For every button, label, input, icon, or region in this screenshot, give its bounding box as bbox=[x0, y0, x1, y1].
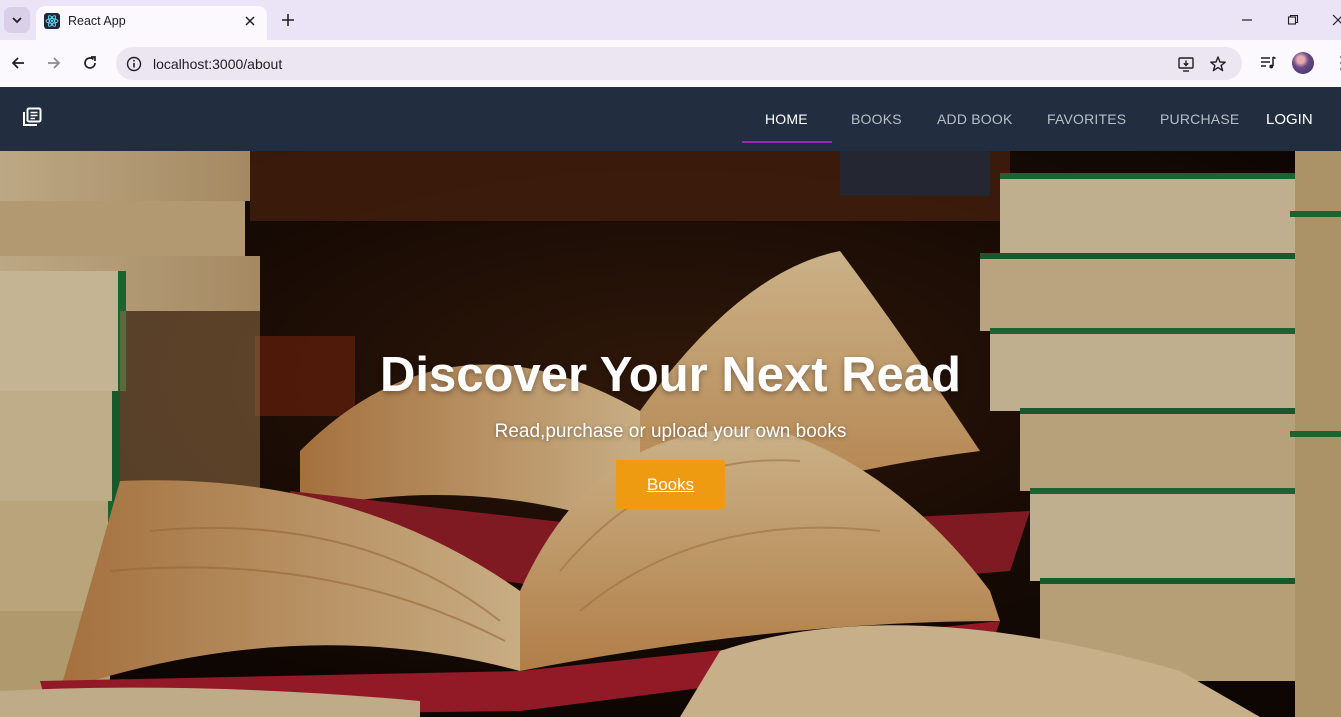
browser-tab-strip: React App bbox=[0, 0, 1341, 40]
nav-home[interactable]: HOME bbox=[765, 111, 808, 127]
reload-icon bbox=[84, 56, 96, 69]
browser-toolbar: localhost:3000/about bbox=[0, 40, 1341, 87]
url-text: localhost:3000/about bbox=[153, 56, 283, 72]
restore-window-button[interactable] bbox=[1281, 8, 1305, 32]
new-tab-button[interactable] bbox=[277, 9, 299, 31]
nav-purchase[interactable]: PURCHASE bbox=[1160, 111, 1239, 127]
close-icon bbox=[1332, 14, 1341, 26]
minimize-icon bbox=[1242, 19, 1252, 21]
more-menu-icon[interactable] bbox=[1330, 51, 1341, 75]
close-tab-icon[interactable] bbox=[241, 12, 259, 30]
hero-title: Discover Your Next Read bbox=[380, 348, 961, 402]
forward-button[interactable] bbox=[41, 50, 67, 76]
nav-add-book[interactable]: ADD BOOK bbox=[937, 111, 1013, 127]
hero-section: Discover Your Next Read Read,purchase or… bbox=[0, 151, 1341, 717]
library-books-icon[interactable] bbox=[20, 105, 44, 129]
install-app-icon[interactable] bbox=[1174, 52, 1198, 76]
bookmark-star-icon[interactable] bbox=[1206, 52, 1230, 76]
tab-search-button[interactable] bbox=[4, 7, 30, 33]
nav-books[interactable]: BOOKS bbox=[851, 111, 902, 127]
minimize-window-button[interactable] bbox=[1235, 8, 1259, 32]
profile-avatar[interactable] bbox=[1292, 52, 1314, 74]
reload-button[interactable] bbox=[77, 50, 103, 76]
app-navbar: HOME BOOKS ADD BOOK FAVORITES PURCHASE L… bbox=[0, 87, 1341, 151]
back-button[interactable] bbox=[5, 50, 31, 76]
address-bar[interactable]: localhost:3000/about bbox=[116, 47, 1242, 80]
nav-favorites[interactable]: FAVORITES bbox=[1047, 111, 1126, 127]
browser-tab[interactable]: React App bbox=[36, 6, 267, 40]
close-window-button[interactable] bbox=[1326, 8, 1341, 32]
tab-title: React App bbox=[68, 14, 126, 28]
restore-icon bbox=[1287, 14, 1299, 25]
active-tab-indicator bbox=[742, 141, 832, 143]
login-button[interactable]: LOGIN bbox=[1266, 111, 1313, 128]
site-info-icon[interactable] bbox=[122, 52, 146, 76]
arrow-right-icon bbox=[48, 57, 61, 69]
hero-subtitle: Read,purchase or upload your own books bbox=[494, 421, 847, 442]
plus-icon bbox=[282, 14, 294, 26]
books-cta-button[interactable]: Books bbox=[616, 460, 725, 509]
media-control-icon[interactable] bbox=[1256, 51, 1280, 75]
chevron-down-icon bbox=[12, 17, 22, 24]
react-favicon-icon bbox=[44, 13, 60, 29]
arrow-left-icon bbox=[11, 57, 24, 69]
